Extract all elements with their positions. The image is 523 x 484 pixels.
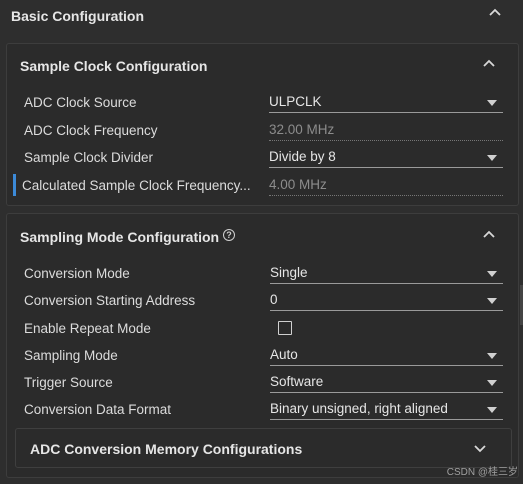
trigger-source-row: Trigger Source Software [7,371,520,395]
adc-clock-source-select[interactable]: ULPCLK [269,91,503,113]
trigger-source-label: Trigger Source [24,375,113,390]
adc-clock-frequency-row: ADC Clock Frequency 32.00 MHz [7,119,520,143]
conversion-mode-label: Conversion Mode [24,266,130,281]
sampling-mode-title: Sampling Mode Configuration [20,229,220,245]
help-icon[interactable]: ? [223,229,235,241]
chevron-up-icon[interactable] [488,8,502,18]
adc-clock-frequency-field: 32.00 MHz [269,119,503,141]
adc-conversion-memory-title: ADC Conversion Memory Configurations [30,441,303,457]
conversion-data-format-label: Conversion Data Format [24,402,172,417]
dropdown-arrow-icon[interactable] [487,155,497,161]
enable-repeat-mode-row: Enable Repeat Mode [7,317,520,341]
sample-clock-divider-value: Divide by 8 [269,149,336,164]
basic-configuration-header[interactable]: Basic Configuration [0,0,523,34]
dropdown-arrow-icon[interactable] [487,407,497,413]
adc-conversion-memory-panel[interactable]: ADC Conversion Memory Configurations [15,428,512,468]
trigger-source-select[interactable]: Software [270,371,503,393]
conversion-mode-row: Conversion Mode Single [7,262,520,286]
conversion-starting-address-row: Conversion Starting Address 0 [7,289,520,313]
sampling-mode-label: Sampling Mode [24,348,118,363]
chevron-down-icon[interactable] [473,443,487,453]
calculated-sample-clock-row: Calculated Sample Clock Frequency... 4.0… [7,174,520,198]
dropdown-arrow-icon[interactable] [487,380,497,386]
sampling-mode-panel: Sampling Mode Configuration ? Conversion… [6,213,519,478]
watermark-text: CSDN @桂三岁 [446,467,518,478]
dropdown-arrow-icon[interactable] [487,271,497,277]
enable-repeat-mode-label: Enable Repeat Mode [24,321,151,336]
conversion-data-format-row: Conversion Data Format Binary unsigned, … [7,398,520,422]
dropdown-arrow-icon[interactable] [487,100,497,106]
dropdown-arrow-icon[interactable] [487,353,497,359]
sample-clock-divider-row: Sample Clock Divider Divide by 8 [7,146,520,170]
conversion-starting-address-value: 0 [270,292,278,307]
adc-clock-source-label: ADC Clock Source [24,95,137,110]
calculated-sample-clock-field: 4.00 MHz [269,174,503,196]
adc-clock-frequency-value: 32.00 MHz [269,122,335,137]
sample-clock-divider-select[interactable]: Divide by 8 [269,146,503,168]
selection-marker [13,174,16,196]
sampling-mode-row: Sampling Mode Auto [7,344,520,368]
sample-clock-panel: Sample Clock Configuration ADC Clock Sou… [6,43,519,206]
enable-repeat-mode-checkbox[interactable] [278,321,292,335]
adc-clock-frequency-label: ADC Clock Frequency [24,123,158,138]
adc-clock-source-row: ADC Clock Source ULPCLK [7,91,520,115]
adc-clock-source-value: ULPCLK [269,94,322,109]
sampling-mode-select[interactable]: Auto [270,344,503,366]
trigger-source-value: Software [270,374,324,389]
sampling-mode-value: Auto [270,347,298,362]
calculated-sample-clock-value: 4.00 MHz [269,177,327,192]
chevron-up-icon[interactable] [482,59,496,69]
calculated-sample-clock-label: Calculated Sample Clock Frequency... [22,178,251,193]
sample-clock-title: Sample Clock Configuration [20,58,208,74]
conversion-starting-address-label: Conversion Starting Address [24,293,196,308]
dropdown-arrow-icon[interactable] [487,298,497,304]
conversion-data-format-select[interactable]: Binary unsigned, right aligned [270,398,503,420]
conversion-mode-value: Single [270,265,308,280]
sample-clock-divider-label: Sample Clock Divider [24,150,154,165]
conversion-mode-select[interactable]: Single [270,262,503,284]
basic-configuration-title: Basic Configuration [11,8,145,24]
conversion-data-format-value: Binary unsigned, right aligned [270,401,448,416]
conversion-starting-address-select[interactable]: 0 [270,289,503,311]
chevron-up-icon[interactable] [482,230,496,240]
